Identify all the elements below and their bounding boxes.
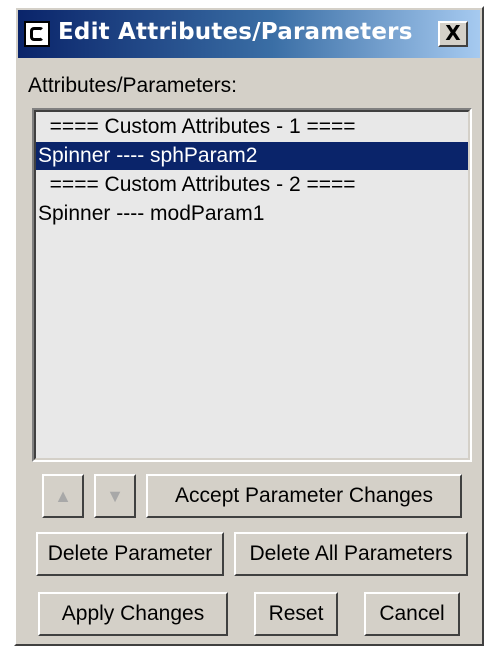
- delete-parameter-button[interactable]: Delete Parameter: [36, 532, 224, 576]
- close-button[interactable]: X: [438, 21, 468, 47]
- move-down-button[interactable]: ▼: [94, 474, 136, 518]
- apply-changes-button[interactable]: Apply Changes: [38, 592, 228, 636]
- list-item[interactable]: Spinner ---- modParam1: [36, 200, 468, 228]
- delete-all-parameters-button[interactable]: Delete All Parameters: [234, 532, 468, 576]
- edit-attributes-dialog: Edit Attributes/Parameters X Attributes/…: [14, 6, 484, 646]
- list-item[interactable]: ==== Custom Attributes - 2 ====: [36, 171, 468, 199]
- attributes-listbox[interactable]: ==== Custom Attributes - 1 ==== Spinner …: [32, 108, 472, 462]
- move-up-button[interactable]: ▲: [42, 474, 84, 518]
- attributes-list-label: Attributes/Parameters:: [28, 74, 237, 97]
- list-item[interactable]: ==== Custom Attributes - 1 ====: [36, 113, 468, 141]
- arrow-down-icon: ▼: [106, 486, 124, 506]
- arrow-up-icon: ▲: [54, 486, 72, 506]
- dialog-title: Edit Attributes/Parameters: [58, 19, 413, 45]
- app-logo-icon: [24, 21, 50, 47]
- cancel-button[interactable]: Cancel: [364, 592, 460, 636]
- list-item[interactable]: Spinner ---- sphParam2: [36, 142, 468, 170]
- title-bar[interactable]: Edit Attributes/Parameters X: [18, 10, 480, 58]
- accept-parameter-changes-button[interactable]: Accept Parameter Changes: [146, 474, 462, 518]
- reset-button[interactable]: Reset: [254, 592, 338, 636]
